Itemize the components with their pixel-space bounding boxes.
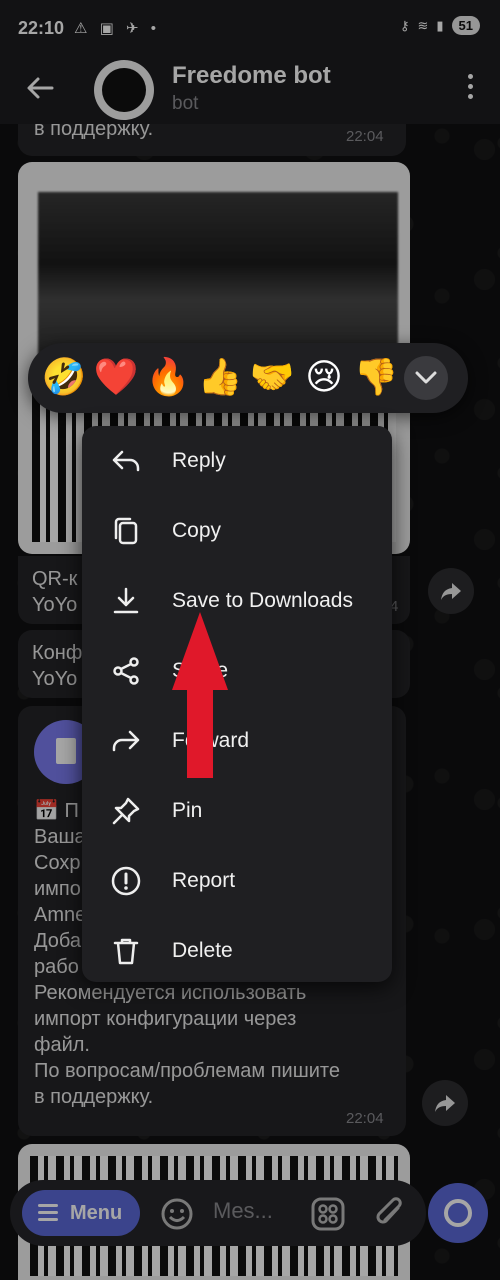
reaction-fire[interactable]: 🔥 bbox=[144, 353, 192, 401]
reaction-rofl[interactable]: 🤣 bbox=[40, 353, 88, 401]
header-dim bbox=[0, 0, 500, 124]
menu-item-save-to-downloads[interactable]: Save to Downloads bbox=[82, 566, 392, 636]
message-context-menu: Reply Copy Save to Downloads Share Forwa… bbox=[82, 426, 392, 982]
menu-item-copy[interactable]: Copy bbox=[82, 496, 392, 566]
reply-icon bbox=[112, 450, 140, 472]
reaction-thumbs-up[interactable]: 👍 bbox=[196, 353, 244, 401]
menu-item-label: Reply bbox=[172, 449, 226, 472]
reactions-bar: 🤣 ❤️ 🔥 👍 🤝 😢 👎 bbox=[28, 343, 468, 413]
menu-item-pin[interactable]: Pin bbox=[82, 776, 392, 846]
menu-item-label: Copy bbox=[172, 519, 222, 542]
forward-icon bbox=[112, 730, 140, 752]
menu-item-label: Report bbox=[172, 869, 236, 892]
download-icon bbox=[113, 587, 139, 614]
menu-item-report[interactable]: Report bbox=[82, 846, 392, 916]
menu-item-label: Pin bbox=[172, 799, 203, 822]
copy-icon bbox=[114, 517, 138, 545]
menu-item-label: Save to Downloads bbox=[172, 589, 353, 612]
pin-icon bbox=[112, 797, 140, 825]
trash-icon bbox=[113, 938, 139, 965]
share-icon bbox=[113, 657, 139, 685]
report-icon bbox=[111, 866, 141, 896]
reaction-crying[interactable]: 😢 bbox=[300, 353, 348, 401]
menu-item-share[interactable]: Share bbox=[82, 636, 392, 706]
chevron-down-icon bbox=[415, 371, 437, 384]
reaction-handshake[interactable]: 🤝 bbox=[248, 353, 296, 401]
reaction-thumbs-down[interactable]: 👎 bbox=[352, 353, 400, 401]
menu-item-reply[interactable]: Reply bbox=[82, 426, 392, 496]
menu-item-delete[interactable]: Delete bbox=[82, 916, 392, 986]
reaction-heart[interactable]: ❤️ bbox=[92, 353, 140, 401]
red-annotation-arrow bbox=[172, 612, 228, 778]
menu-item-forward[interactable]: Forward bbox=[82, 706, 392, 776]
menu-item-label: Delete bbox=[172, 939, 233, 962]
expand-reactions-button[interactable] bbox=[404, 356, 448, 400]
